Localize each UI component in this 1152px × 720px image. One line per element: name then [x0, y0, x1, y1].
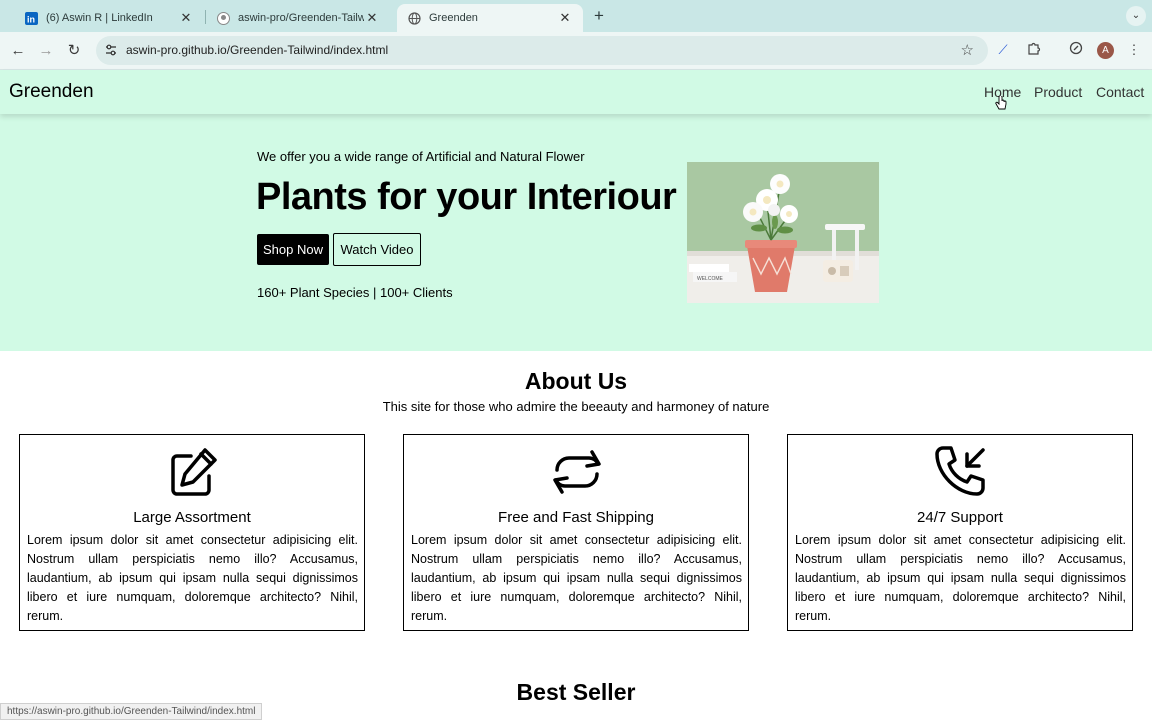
feature-card-shipping: Free and Fast Shipping Lorem ipsum dolor…: [403, 434, 749, 631]
browser-toolbar: ← → ↻ aswin-pro.github.io/Greenden-Tailw…: [0, 32, 1152, 70]
tab-strip: in (6) Aswin R | LinkedIn ✕ aswin-pro/Gr…: [0, 0, 1152, 32]
shop-now-button[interactable]: Shop Now: [257, 234, 329, 265]
tab-greenden[interactable]: Greenden ✕: [397, 4, 583, 32]
pen-extension-icon[interactable]: ⟋: [994, 41, 1012, 59]
tab-title: Greenden: [429, 12, 478, 24]
forward-icon[interactable]: →: [36, 41, 56, 61]
menu-kebab-icon[interactable]: ⋮: [1125, 41, 1143, 59]
feature-card-support: 24/7 Support Lorem ipsum dolor sit amet …: [787, 434, 1133, 631]
feature-card-assortment: Large Assortment Lorem ipsum dolor sit a…: [19, 434, 365, 631]
card-title: 24/7 Support: [917, 509, 1003, 526]
profile-avatar[interactable]: A: [1097, 42, 1114, 59]
refresh-arrows-icon: [549, 444, 605, 500]
new-tab-button[interactable]: +: [589, 6, 609, 26]
nav-link-product[interactable]: Product: [1034, 84, 1082, 100]
back-icon[interactable]: ←: [8, 41, 28, 61]
close-icon[interactable]: ✕: [557, 10, 573, 26]
hero-stats: 160+ Plant Species | 100+ Clients: [257, 285, 453, 300]
site-navbar: Greenden Home Product Contact: [0, 70, 1152, 114]
card-text: Lorem ipsum dolor sit amet consectetur a…: [795, 533, 1126, 623]
status-bar-url: https://aswin-pro.github.io/Greenden-Tai…: [0, 703, 263, 720]
extensions-puzzle-icon[interactable]: [1025, 41, 1043, 59]
github-icon: [216, 11, 230, 25]
chrome-labs-icon[interactable]: [1067, 41, 1085, 59]
best-seller-title: Best Seller: [516, 679, 636, 705]
site-logo[interactable]: Greenden: [9, 81, 94, 103]
card-text: Lorem ipsum dolor sit amet consectetur a…: [27, 533, 358, 623]
watch-video-button[interactable]: Watch Video: [333, 233, 421, 266]
tab-linkedin[interactable]: in (6) Aswin R | LinkedIn ✕: [14, 4, 204, 32]
hero-tagline: We offer you a wide range of Artificial …: [257, 149, 585, 164]
close-icon[interactable]: ✕: [364, 10, 380, 26]
card-title: Large Assortment: [133, 509, 251, 526]
nav-link-contact[interactable]: Contact: [1096, 84, 1144, 100]
hero-headline: Plants for your Interiour: [256, 176, 677, 218]
globe-icon: [407, 11, 421, 25]
tab-title: aswin-pro/Greenden-Tailwind: [238, 12, 364, 24]
site-settings-icon[interactable]: [104, 43, 118, 57]
phone-incoming-icon: [933, 444, 989, 500]
book-label-text: WELCOME: [697, 276, 724, 282]
hero-section: We offer you a wide range of Artificial …: [0, 114, 1152, 351]
tab-search-button[interactable]: ⌄: [1126, 6, 1146, 26]
linkedin-icon: in: [24, 11, 38, 25]
url-text: aswin-pro.github.io/Greenden-Tailwind/in…: [126, 43, 389, 57]
bookmark-star-icon[interactable]: ☆: [961, 41, 974, 59]
close-icon[interactable]: ✕: [178, 10, 194, 26]
hand-cursor-icon: [995, 95, 1007, 110]
address-bar[interactable]: aswin-pro.github.io/Greenden-Tailwind/in…: [96, 36, 988, 65]
about-subtitle: This site for those who admire the beeau…: [382, 399, 770, 414]
hero-plant-image: WELCOME: [687, 162, 879, 303]
about-title: About Us: [524, 368, 628, 394]
reload-icon[interactable]: ↻: [64, 41, 84, 61]
tab-github[interactable]: aswin-pro/Greenden-Tailwind ✕: [206, 4, 390, 32]
svg-text:in: in: [27, 14, 35, 24]
card-text: Lorem ipsum dolor sit amet consectetur a…: [411, 533, 742, 623]
card-title: Free and Fast Shipping: [498, 509, 654, 526]
pencil-square-icon: [165, 444, 221, 500]
tab-title: (6) Aswin R | LinkedIn: [46, 12, 153, 24]
